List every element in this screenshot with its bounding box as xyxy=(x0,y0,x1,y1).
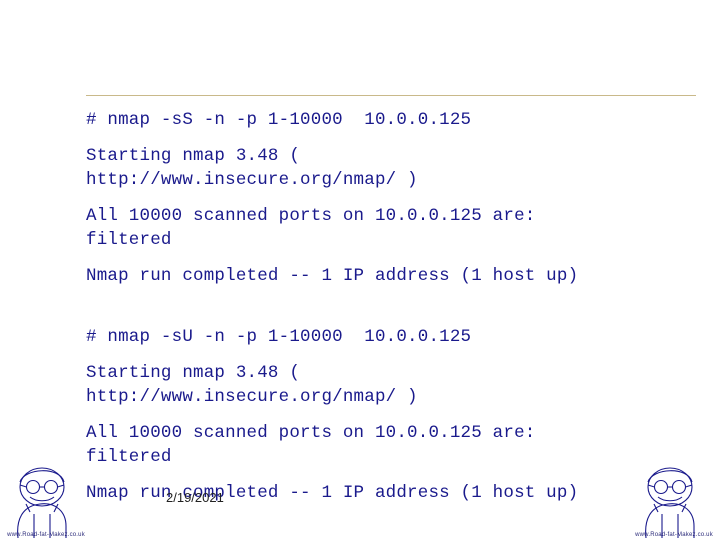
terminal-line: filtered xyxy=(86,447,172,467)
date-stamp: 2/19/2021 xyxy=(166,490,224,505)
output-block-2: All 10000 scanned ports on 10.0.0.125 ar… xyxy=(86,204,686,252)
terminal-line: Starting nmap 3.48 ( xyxy=(86,363,301,383)
command-block-1: # nmap -sS -n -p 1-10000 10.0.0.125 xyxy=(86,108,686,132)
terminal-line: # nmap -sU -n -p 1-10000 10.0.0.125 xyxy=(86,327,472,347)
command-block-2: # nmap -sU -n -p 1-10000 10.0.0.125 xyxy=(86,325,686,349)
corner-caption-left: www.Road-fat-Makez.co.uk xyxy=(7,532,85,538)
output-block-3: Nmap run completed -- 1 IP address (1 ho… xyxy=(86,264,686,288)
terminal-line: All 10000 scanned ports on 10.0.0.125 ar… xyxy=(86,423,536,443)
terminal-line: filtered xyxy=(86,230,172,250)
terminal-line: # nmap -sS -n -p 1-10000 10.0.0.125 xyxy=(86,110,472,130)
terminal-line: All 10000 scanned ports on 10.0.0.125 ar… xyxy=(86,206,536,226)
slide-canvas: # nmap -sS -n -p 1-10000 10.0.0.125 Star… xyxy=(0,0,720,540)
terminal-transcript: # nmap -sS -n -p 1-10000 10.0.0.125 Star… xyxy=(86,108,686,517)
output-block-5: All 10000 scanned ports on 10.0.0.125 ar… xyxy=(86,421,686,469)
corner-caption-right: www.Road-fat-Makez.co.uk xyxy=(635,532,713,538)
terminal-line: Nmap run completed -- 1 IP address (1 ho… xyxy=(86,266,579,286)
terminal-line: http://www.insecure.org/nmap/ ) xyxy=(86,387,418,407)
cartoon-face-left-icon xyxy=(0,454,92,540)
terminal-line: Starting nmap 3.48 ( xyxy=(86,146,301,166)
header-divider xyxy=(86,95,696,96)
terminal-line: http://www.insecure.org/nmap/ ) xyxy=(86,170,418,190)
cartoon-face-right-icon xyxy=(628,454,720,540)
output-block-4: Starting nmap 3.48 ( http://www.insecure… xyxy=(86,361,686,409)
output-block-1: Starting nmap 3.48 ( http://www.insecure… xyxy=(86,144,686,192)
